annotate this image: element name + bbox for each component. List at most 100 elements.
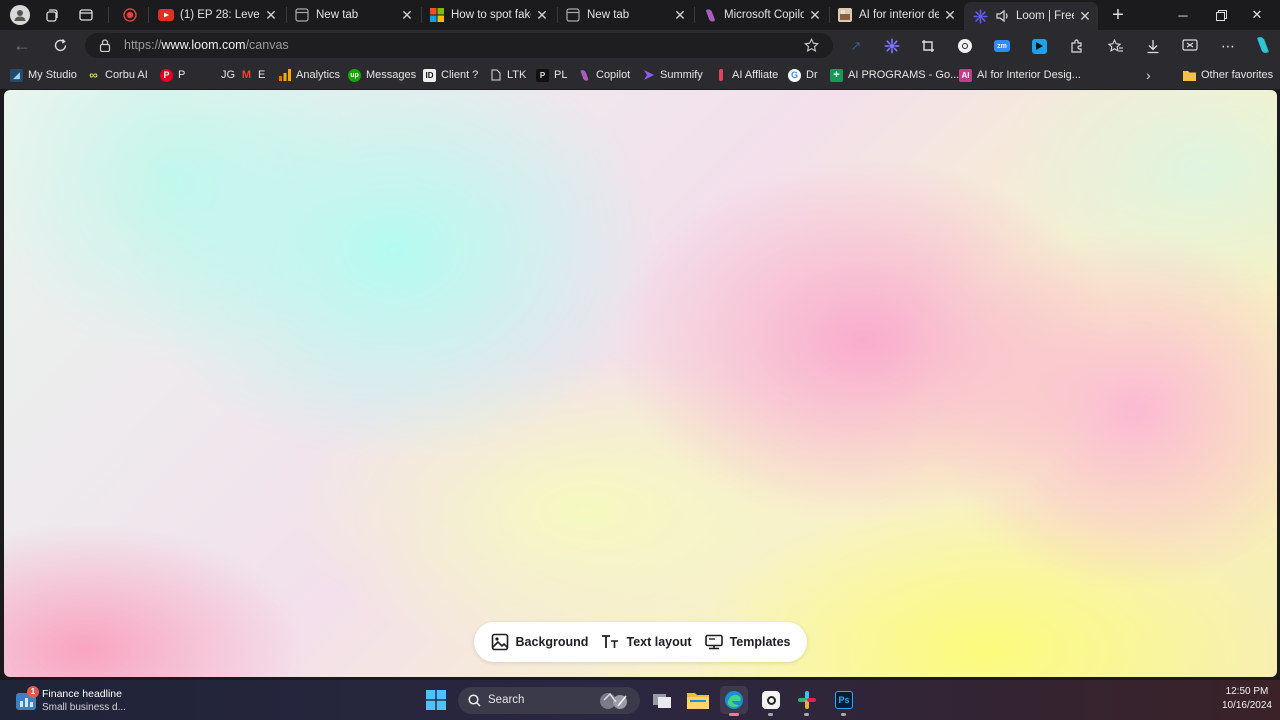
taskbar-search[interactable]: Search [458, 687, 640, 714]
windows-logo-icon [426, 690, 446, 710]
bookmark-gmail[interactable]: ME [240, 67, 265, 83]
youtube-icon [158, 7, 174, 23]
news-widget[interactable]: 1 Finance headline Small business d... [14, 686, 144, 716]
bookmark-summify[interactable]: Summify [642, 67, 703, 83]
tab-copilot[interactable]: Microsoft Copilot: Y ✕ [694, 2, 828, 28]
close-tab-icon[interactable]: ✕ [264, 8, 278, 22]
copilot-icon [702, 7, 718, 23]
close-tab-icon[interactable]: ✕ [808, 8, 822, 22]
start-button[interactable] [422, 686, 450, 714]
close-window-button[interactable]: ✕ [1234, 0, 1280, 30]
back-arrow-icon: ← [13, 35, 31, 55]
background-button[interactable]: Background [491, 633, 588, 651]
studio-icon: ◢ [10, 68, 23, 82]
url-text[interactable]: https://www.loom.com/canvas [124, 38, 289, 52]
bookmark-client[interactable]: ID Client ? [423, 67, 478, 83]
profile-button[interactable] [6, 3, 34, 27]
play-extension-icon[interactable] [1029, 36, 1049, 56]
monitor-icon [704, 634, 723, 650]
bookmark-ai-interior[interactable]: AI AI for Interior Desig... [959, 67, 1081, 83]
close-tab-icon[interactable]: ✕ [673, 8, 687, 22]
tab-separator [108, 7, 109, 23]
copilot-sidebar-icon[interactable] [1252, 34, 1274, 56]
task-view-button[interactable] [648, 686, 676, 714]
other-favorites-folder[interactable]: Other favorites [1183, 67, 1273, 83]
upwork-icon: up [348, 68, 361, 82]
bookmark-dr[interactable]: G Dr [788, 67, 818, 83]
restore-icon [1215, 9, 1227, 21]
bookmark-pl[interactable]: P PL [536, 67, 567, 83]
bookmark-ai-programs[interactable]: + AI PROGRAMS - Go... [830, 67, 959, 83]
tab-loom-active[interactable]: Loom | Free Sc ✕ [964, 2, 1098, 30]
minimize-icon: ─ [1178, 7, 1188, 23]
pl-icon: P [536, 68, 549, 82]
sheets-icon: + [830, 68, 843, 82]
workspaces-button[interactable] [38, 3, 66, 27]
microsoft-icon [429, 7, 445, 23]
edge-taskbar-button[interactable] [720, 686, 748, 716]
bookmark-analytics[interactable]: Analytics [278, 67, 340, 83]
vertical-tabs-button[interactable] [72, 3, 100, 27]
search-highlight-icon [598, 690, 634, 711]
bookmark-pinterest[interactable]: PP [160, 67, 185, 83]
bookmarks-overflow-button[interactable]: › [1146, 67, 1151, 83]
chatgpt-icon [762, 691, 780, 709]
bookmark-messages[interactable]: up Messages [348, 67, 416, 83]
tab-recording[interactable] [114, 2, 146, 28]
bookmark-copilot[interactable]: Copilot [578, 67, 630, 83]
widget-title: Finance headline [42, 688, 122, 700]
favorites-icon[interactable] [1106, 36, 1126, 56]
templates-button[interactable]: Templates [704, 634, 790, 650]
extensions-puzzle-icon[interactable] [1066, 36, 1086, 56]
close-tab-icon[interactable]: ✕ [1078, 9, 1092, 23]
star-favorite-icon[interactable] [804, 38, 819, 53]
close-tab-icon[interactable]: ✕ [400, 8, 414, 22]
chatgpt-extension-icon[interactable] [955, 36, 975, 56]
text-layout-button[interactable]: Text layout [601, 634, 692, 650]
extension-faded-icon[interactable]: ↗ [846, 36, 866, 56]
tab-youtube[interactable]: (1) EP 28: Leveraging ✕ [150, 2, 284, 28]
tab-ai-interior[interactable]: AI for interior desig ✕ [829, 2, 963, 28]
tab-separator [148, 7, 149, 23]
back-button[interactable]: ← [8, 33, 36, 58]
photoshop-icon: Ps [835, 691, 853, 709]
refresh-button[interactable] [46, 33, 74, 58]
loom-extension-icon[interactable] [882, 36, 902, 56]
new-tab-button[interactable]: + [1104, 3, 1132, 27]
ai-interior-icon [837, 7, 853, 23]
photoshop-taskbar-button[interactable]: Ps [830, 686, 858, 716]
system-clock[interactable]: 12:50 PM 10/16/2024 [1222, 685, 1272, 713]
bookmark-corbu-ai[interactable]: ∞ Corbu AI [87, 67, 148, 83]
close-tab-icon[interactable]: ✕ [943, 8, 957, 22]
bookmark-ltk[interactable]: LTK [489, 67, 526, 83]
client-icon: ID [423, 68, 436, 82]
gmail-icon: M [241, 69, 252, 81]
more-menu-icon[interactable]: ⋯ [1218, 36, 1238, 56]
bookmark-my-studio[interactable]: ◢ My Studio [10, 67, 77, 83]
folder-icon [687, 693, 709, 709]
refresh-icon [54, 39, 66, 52]
tab-new-tab-1[interactable]: New tab ✕ [286, 2, 420, 28]
bookmark-ai-affiliate[interactable]: AI Affliate [714, 67, 778, 83]
browser-toolbar: ← https://www.loom.com/canvas ↗ zm ⋯ [0, 30, 1280, 82]
chevron-right-icon: › [1146, 67, 1151, 83]
zoom-extension-icon[interactable]: zm [992, 36, 1012, 56]
downloads-icon[interactable] [1143, 36, 1163, 56]
speaker-icon[interactable] [994, 8, 1010, 24]
jg-icon [203, 69, 216, 82]
slack-taskbar-button[interactable] [793, 686, 821, 716]
file-explorer-button[interactable] [684, 686, 712, 714]
screenshot-extension-icon[interactable] [918, 36, 938, 56]
loom-canvas[interactable]: Background Text layout Templates [4, 90, 1277, 677]
screen-cast-icon[interactable] [1180, 36, 1200, 56]
tab-fake-spotting[interactable]: How to spot fake h ✕ [421, 2, 555, 28]
lock-icon[interactable] [99, 39, 111, 52]
bookmark-jg[interactable]: JG [203, 67, 235, 83]
folder-icon [1183, 69, 1196, 82]
close-tab-icon[interactable]: ✕ [535, 8, 549, 22]
chatgpt-taskbar-button[interactable] [757, 686, 785, 716]
canvas-toolbar: Background Text layout Templates [474, 622, 807, 662]
address-bar[interactable]: https://www.loom.com/canvas [85, 33, 833, 58]
tab-new-tab-2[interactable]: New tab ✕ [557, 2, 693, 28]
tab-strip: (1) EP 28: Leveraging ✕ New tab ✕ How to… [0, 0, 1280, 30]
